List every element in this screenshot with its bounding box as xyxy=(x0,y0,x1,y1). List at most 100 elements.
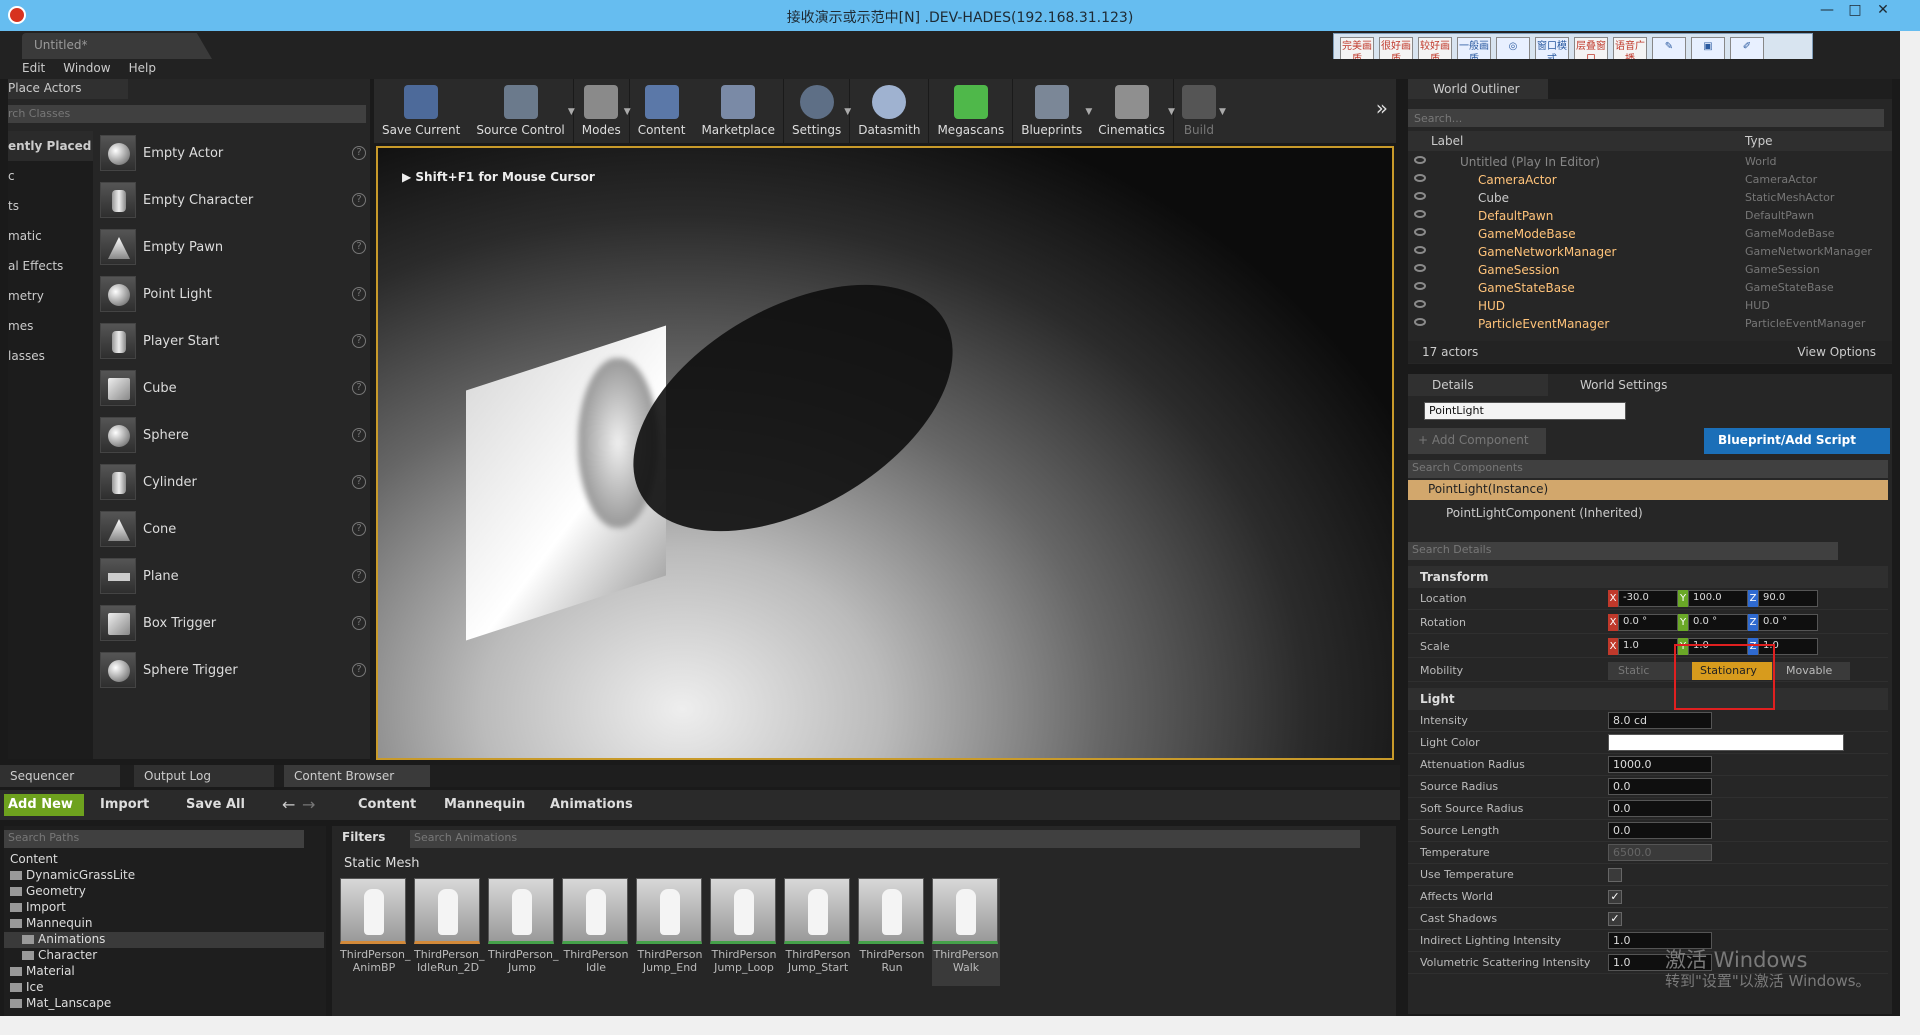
outliner-row[interactable]: GameSession GameSession xyxy=(1408,261,1880,279)
toolbar-overflow-icon[interactable]: » xyxy=(1368,79,1396,143)
actor-item[interactable]: Cube? xyxy=(100,368,366,408)
category-visual-effects[interactable]: al Effects xyxy=(8,251,93,281)
help-icon[interactable]: ? xyxy=(352,616,366,630)
cast-shadows-checkbox[interactable]: ✓ xyxy=(1608,912,1622,926)
outliner-row[interactable]: GameNetworkManager GameNetworkManager xyxy=(1408,243,1880,261)
tree-item-selected[interactable]: Animations xyxy=(4,932,324,948)
outliner-row[interactable]: GameModeBase GameModeBase xyxy=(1408,225,1880,243)
breadcrumb-animations[interactable]: Animations xyxy=(550,797,633,812)
rotation-x-field[interactable]: 0.0 ° xyxy=(1618,614,1678,631)
asset-tile[interactable]: ThirdPerson Jump_Start xyxy=(784,878,852,986)
help-icon[interactable]: ? xyxy=(352,428,366,442)
actor-item[interactable]: Point Light? xyxy=(100,274,366,314)
eye-icon[interactable] xyxy=(1414,300,1426,308)
maximize-button[interactable]: □ xyxy=(1840,0,1870,22)
datasmith-button[interactable]: Datasmith xyxy=(850,79,930,143)
tab-details[interactable]: Details xyxy=(1408,374,1548,396)
marketplace-button[interactable]: Marketplace xyxy=(693,79,784,143)
tab-output-log[interactable]: Output Log xyxy=(134,765,274,787)
tree-item[interactable]: Geometry xyxy=(4,884,324,900)
filters-button[interactable]: Filters xyxy=(342,830,385,844)
settings-button[interactable]: Settings ▼ xyxy=(784,79,851,143)
forward-arrow-icon[interactable]: → xyxy=(302,795,315,814)
tab-content-browser[interactable]: Content Browser xyxy=(284,765,430,787)
save-all-button[interactable]: Save All xyxy=(186,797,245,812)
asset-tile-selected[interactable]: ThirdPerson Walk xyxy=(932,878,1000,986)
tree-item[interactable]: Import xyxy=(4,900,324,916)
help-icon[interactable]: ? xyxy=(352,146,366,160)
temperature-field[interactable]: 6500.0 xyxy=(1608,844,1712,861)
help-icon[interactable]: ? xyxy=(352,569,366,583)
eye-icon[interactable] xyxy=(1414,156,1426,164)
eye-icon[interactable] xyxy=(1414,192,1426,200)
help-icon[interactable]: ? xyxy=(352,287,366,301)
import-button[interactable]: Import xyxy=(100,797,149,812)
asset-tile[interactable]: ThirdPerson Run xyxy=(858,878,926,986)
tree-item[interactable]: Character xyxy=(4,948,324,964)
actor-item[interactable]: Plane? xyxy=(100,556,366,596)
component-inherited-row[interactable]: PointLightComponent (Inherited) xyxy=(1446,506,1643,520)
asset-tile[interactable]: ThirdPerson Jump_End xyxy=(636,878,704,986)
tab-place-actors[interactable]: Place Actors xyxy=(8,79,128,99)
location-z-field[interactable]: 90.0 xyxy=(1758,590,1818,607)
back-arrow-icon[interactable]: ← xyxy=(282,795,295,814)
eye-icon[interactable] xyxy=(1414,246,1426,254)
actor-name-field[interactable]: PointLight xyxy=(1424,402,1626,420)
category-all-classes[interactable]: lasses xyxy=(8,341,93,371)
attenuation-radius-field[interactable]: 1000.0 xyxy=(1608,756,1712,773)
level-viewport[interactable]: ▶ Shift+F1 for Mouse Cursor xyxy=(376,146,1394,760)
breadcrumb-content[interactable]: Content xyxy=(358,797,416,812)
light-color-swatch[interactable] xyxy=(1608,734,1844,751)
actor-item[interactable]: Empty Actor? xyxy=(100,133,366,173)
outliner-row[interactable]: GameStateBase GameStateBase xyxy=(1408,279,1880,297)
help-icon[interactable]: ? xyxy=(352,193,366,207)
build-button[interactable]: Build ▼ xyxy=(1174,79,1226,143)
view-options-button[interactable]: View Options xyxy=(1797,345,1876,359)
search-animations-input[interactable]: Search Animations xyxy=(410,830,1360,848)
tab-world-settings[interactable]: World Settings xyxy=(1556,374,1696,396)
outliner-row[interactable]: DefaultPawn DefaultPawn xyxy=(1408,207,1880,225)
eye-icon[interactable] xyxy=(1414,210,1426,218)
search-paths-input[interactable]: Search Paths xyxy=(4,830,304,848)
help-icon[interactable]: ? xyxy=(352,522,366,536)
outliner-search-input[interactable]: Search... xyxy=(1408,109,1884,127)
category-volumes[interactable]: mes xyxy=(8,311,93,341)
soft-source-radius-field[interactable]: 0.0 xyxy=(1608,800,1712,817)
asset-tile[interactable]: ThirdPerson_ AnimBP xyxy=(340,878,411,986)
outliner-row[interactable]: Untitled (Play In Editor) World xyxy=(1408,153,1880,171)
mobility-movable-button[interactable]: Movable xyxy=(1772,662,1850,680)
actor-item[interactable]: Sphere Trigger? xyxy=(100,650,366,690)
actor-item[interactable]: Cone? xyxy=(100,509,366,549)
rotation-z-field[interactable]: 0.0 ° xyxy=(1758,614,1818,631)
actor-item[interactable]: Cylinder? xyxy=(100,462,366,502)
tab-world-outliner[interactable]: World Outliner xyxy=(1408,79,1548,99)
save-current-button[interactable]: Save Current xyxy=(374,79,468,143)
eye-icon[interactable] xyxy=(1414,318,1426,326)
horizontal-scrollbar[interactable] xyxy=(0,1016,1900,1035)
asset-tile[interactable]: ThirdPerson_ IdleRun_2D xyxy=(414,878,485,986)
asset-tile[interactable]: ThirdPerson Jump_Loop xyxy=(710,878,778,986)
outliner-row[interactable]: HUD HUD xyxy=(1408,297,1880,315)
category-lights[interactable]: ts xyxy=(8,191,93,221)
actor-item[interactable]: Empty Pawn? xyxy=(100,227,366,267)
actor-item[interactable]: Empty Character? xyxy=(100,180,366,220)
vertical-scrollbar[interactable] xyxy=(1900,31,1920,1035)
column-type[interactable]: Type xyxy=(1745,134,1773,148)
outliner-row[interactable]: Cube StaticMeshActor xyxy=(1408,189,1880,207)
chevron-down-icon[interactable]: ▼ xyxy=(1219,107,1226,117)
blueprint-add-script-button[interactable]: Blueprint/Add Script xyxy=(1704,428,1890,454)
section-transform[interactable]: Transform xyxy=(1408,566,1888,588)
tree-item[interactable]: Ice xyxy=(4,980,324,996)
scale-x-field[interactable]: 1.0 xyxy=(1618,638,1678,655)
category-recently-placed[interactable]: ently Placed xyxy=(8,131,93,161)
add-component-button[interactable]: + Add Component xyxy=(1408,428,1546,454)
help-icon[interactable]: ? xyxy=(352,240,366,254)
eye-icon[interactable] xyxy=(1414,282,1426,290)
add-new-button[interactable]: Add New xyxy=(4,794,84,816)
search-components-input[interactable]: Search Components xyxy=(1408,460,1888,478)
document-tab[interactable]: Untitled* xyxy=(22,33,212,59)
eye-icon[interactable] xyxy=(1414,174,1426,182)
cinematics-button[interactable]: Cinematics ▼ xyxy=(1090,79,1175,143)
affects-world-checkbox[interactable]: ✓ xyxy=(1608,890,1622,904)
category-cinematic[interactable]: matic xyxy=(8,221,93,251)
